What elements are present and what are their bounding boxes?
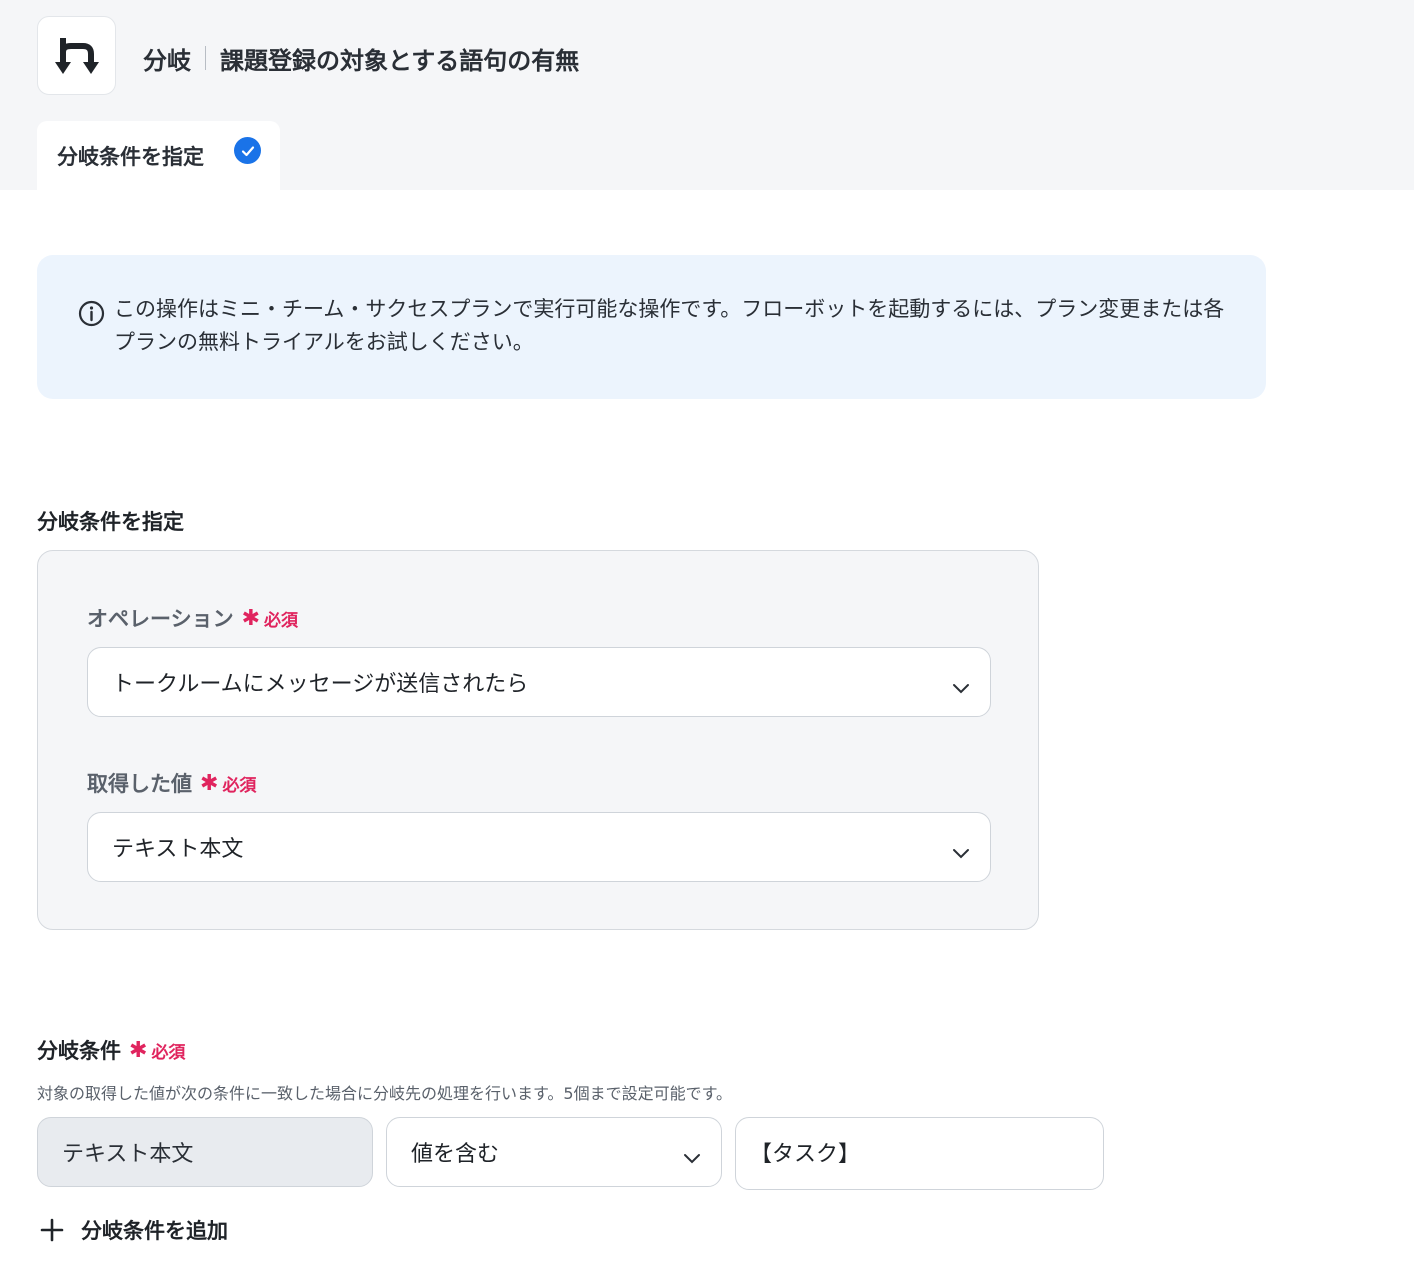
info-icon — [78, 300, 105, 331]
title-separator — [205, 46, 206, 70]
title-main: 課題登録の対象とする語句の有無 — [220, 46, 580, 75]
condition-operator-value: 値を含む — [411, 1142, 500, 1167]
required-text: 必須 — [264, 610, 299, 631]
operation-label-text: オペレーション — [87, 607, 234, 631]
info-text: この操作はミニ・チーム・サクセスプランで実行可能な操作です。フローボットを起動す… — [114, 297, 1225, 354]
tab-label: 分岐条件を指定 — [57, 144, 204, 169]
value-select-value: テキスト本文 — [112, 837, 244, 862]
operation-select[interactable]: トークルームにメッセージが送信されたら — [87, 647, 991, 717]
page-header: 分岐 課題登録の対象とする語句の有無 分岐条件を指定 — [0, 0, 1414, 190]
value-label-text: 取得した値 — [87, 772, 192, 796]
chevron-down-icon — [952, 676, 970, 701]
required-asterisk-icon: ✱ — [241, 605, 261, 631]
conditions-title: 分岐条件 ✱ 必須 — [37, 1035, 185, 1065]
condition-field: テキスト本文 — [37, 1117, 373, 1187]
add-condition-button[interactable]: 分岐条件を追加 — [37, 1210, 228, 1250]
branch-icon — [37, 16, 116, 95]
info-notice: この操作はミニ・チーム・サクセスプランで実行可能な操作です。フローボットを起動す… — [37, 255, 1266, 399]
required-text: 必須 — [222, 775, 257, 796]
tab-branch-condition[interactable]: 分岐条件を指定 — [37, 121, 280, 190]
value-select[interactable]: テキスト本文 — [87, 812, 991, 882]
title-prefix: 分岐 — [143, 46, 191, 75]
value-label: 取得した値 ✱ 必須 — [87, 768, 256, 798]
check-circle-icon — [234, 137, 261, 164]
required-asterisk-icon: ✱ — [129, 1037, 148, 1063]
chevron-down-icon — [683, 1146, 701, 1171]
page-title: 分岐 課題登録の対象とする語句の有無 — [143, 40, 579, 76]
condition-operator-select[interactable]: 値を含む — [386, 1117, 722, 1187]
condition-field-value: テキスト本文 — [62, 1142, 194, 1167]
operation-select-value: トークルームにメッセージが送信されたら — [112, 672, 529, 697]
conditions-title-text: 分岐条件 — [37, 1039, 121, 1063]
section-title: 分岐条件を指定 — [37, 506, 184, 536]
section-title-text: 分岐条件を指定 — [37, 510, 184, 534]
required-text: 必須 — [151, 1042, 186, 1063]
add-condition-label: 分岐条件を追加 — [81, 1219, 228, 1243]
conditions-description: 対象の取得した値が次の条件に一致した場合に分岐先の処理を行います。5個まで設定可… — [37, 1084, 732, 1103]
chevron-down-icon — [952, 841, 970, 866]
condition-value-input[interactable]: 【タスク】 — [735, 1117, 1104, 1190]
condition-settings-panel: オペレーション ✱ 必須 トークルームにメッセージが送信されたら 取得した値 ✱… — [37, 550, 1039, 930]
operation-label: オペレーション ✱ 必須 — [87, 603, 298, 633]
plus-icon — [37, 1215, 67, 1245]
condition-value-text: 【タスク】 — [750, 1142, 861, 1167]
required-asterisk-icon: ✱ — [200, 770, 219, 796]
